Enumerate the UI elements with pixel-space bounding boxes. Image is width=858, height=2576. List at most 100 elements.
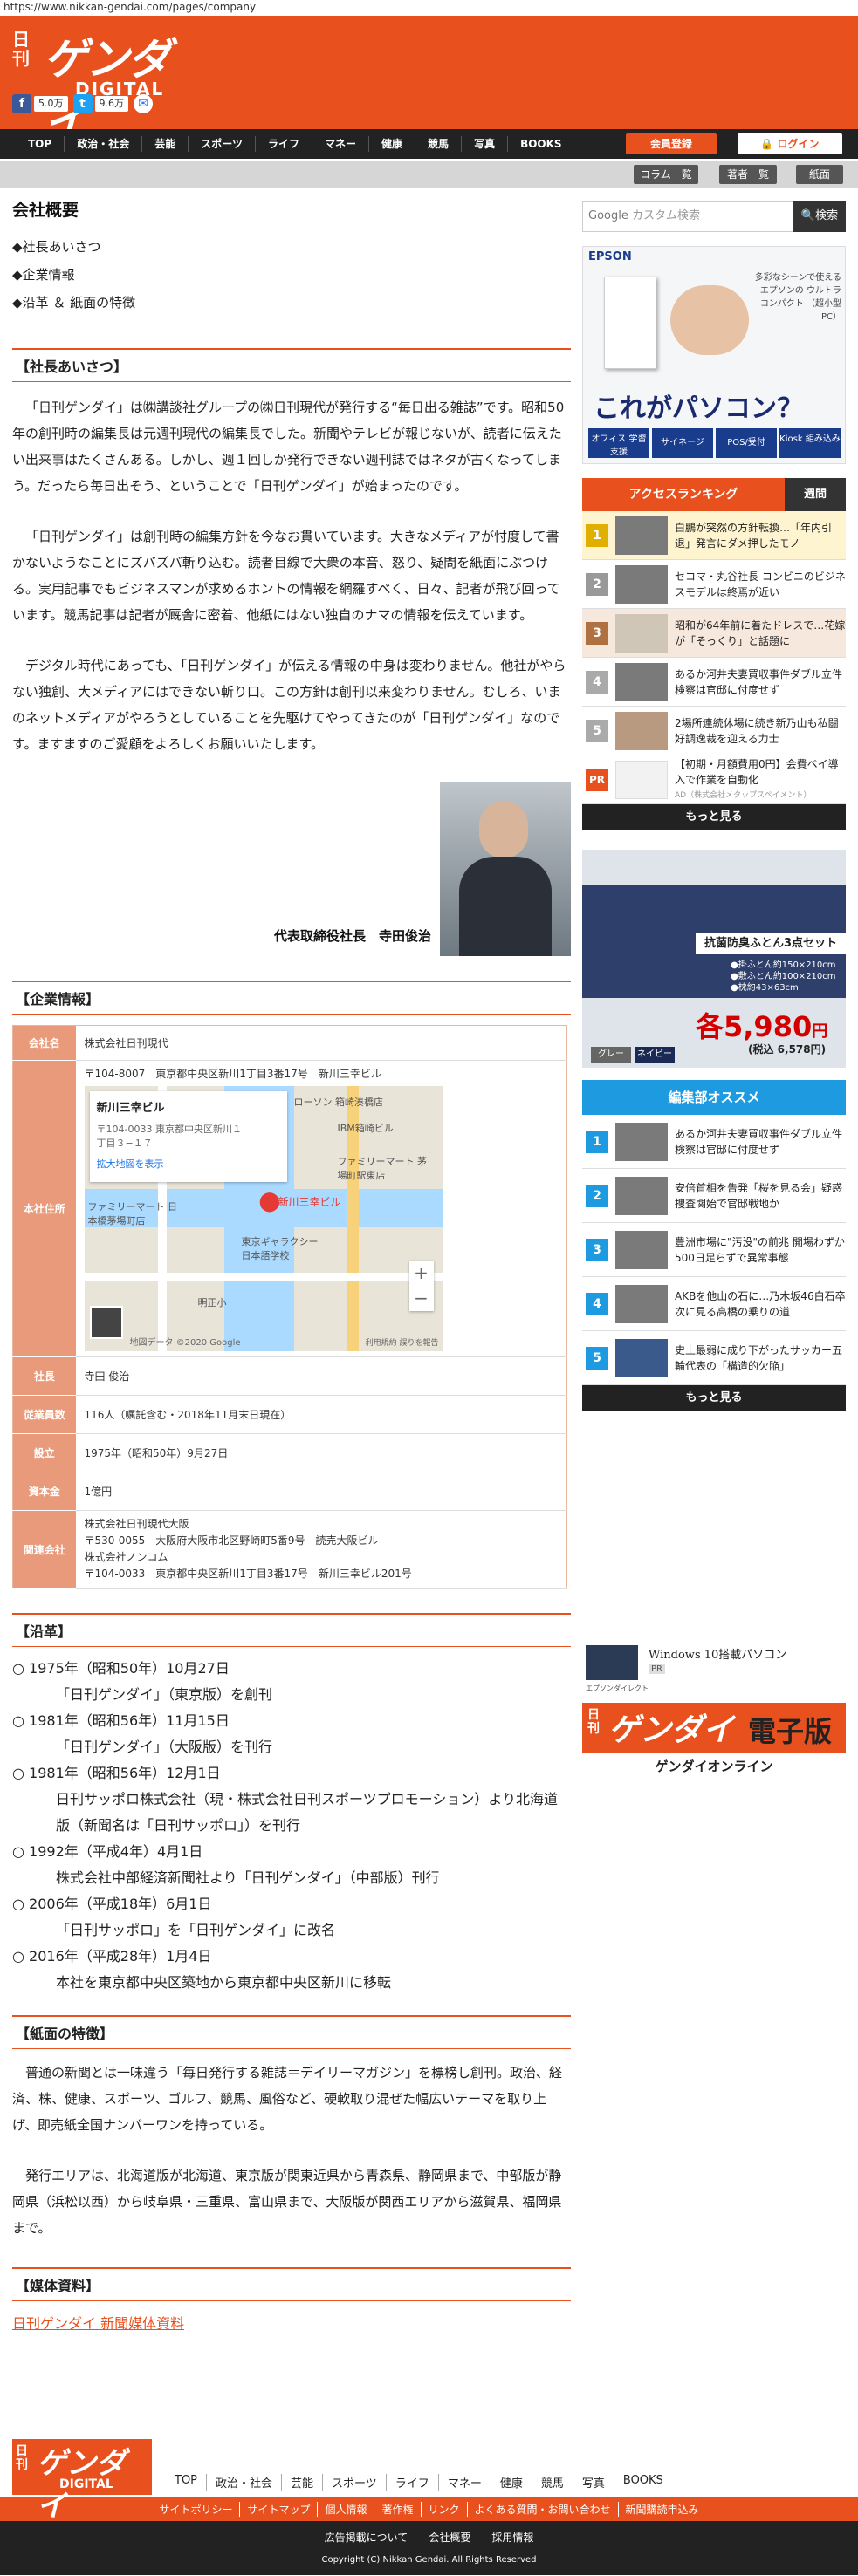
row-value: 1975年（昭和50年）9月27日: [75, 1433, 567, 1472]
search-button-label: 検索: [815, 209, 839, 222]
nav-top[interactable]: TOP: [16, 136, 65, 152]
footer-nav-item[interactable]: ライフ: [387, 2474, 439, 2491]
footer-link[interactable]: リンク: [422, 2501, 468, 2517]
rank-thumbnail: [615, 711, 668, 750]
picks-more-button[interactable]: もっと見る: [582, 1385, 846, 1411]
toc-greeting[interactable]: ◆社長あいさつ: [12, 233, 571, 261]
pr-thumbnail: [615, 760, 668, 799]
company-heading: 【企業情報】: [12, 981, 571, 1015]
nav-sports[interactable]: スポーツ: [189, 136, 256, 152]
tab-weekly[interactable]: 週間: [785, 478, 846, 511]
map-address: 〒104-0033 東京都中央区新川１丁目３−１７: [96, 1124, 242, 1149]
map-zoom-controls: + −: [408, 1261, 434, 1311]
rank-thumbnail: [615, 613, 668, 653]
pick-item[interactable]: 3 豊洲市場に"汚没"の前兆 開場わずか500日足らずで異常事態: [582, 1223, 846, 1277]
media-link[interactable]: 日刊ゲンダイ 新聞媒体資料: [12, 2312, 571, 2333]
ranking-item[interactable]: 4 あるか河井夫妻買収事件ダブル立件 検察は官邸に付度せず: [582, 658, 846, 707]
footer-nav-item[interactable]: BOOKS: [614, 2474, 672, 2491]
zoom-in-icon[interactable]: +: [409, 1261, 434, 1286]
footer-nav-item[interactable]: 写真: [573, 2474, 614, 2491]
footer-link[interactable]: サイトポリシー: [152, 2501, 241, 2517]
windows-pc-ad[interactable]: Windows 10搭載パソコン PR エプソンダイレクト: [582, 1638, 846, 1694]
footer-link[interactable]: 広告掲載について: [325, 2530, 408, 2545]
pick-item[interactable]: 4 AKBを他山の石に…乃木坂46白石卒次に見る高橋の乗りの道: [582, 1277, 846, 1331]
related-company: 株式会社日刊現代大阪: [84, 1518, 189, 1530]
nav-keiba[interactable]: 競馬: [415, 136, 463, 152]
pick-item[interactable]: 2 安倍首相を告発「桜を見る会」疑惑 捜査関始で官邸戦地か: [582, 1169, 846, 1223]
ad-brand: EPSON: [588, 250, 632, 263]
paper-button[interactable]: 紙面: [796, 165, 843, 184]
toc-company[interactable]: ◆企業情報: [12, 261, 571, 289]
map-enlarge-link[interactable]: 拡大地図を表示: [97, 1157, 280, 1171]
site-logo[interactable]: 日刊 ゲンダイ DIGITAL: [12, 24, 178, 147]
footer-nav-item[interactable]: 政治・社会: [207, 2474, 283, 2491]
nav-entertainment[interactable]: 芸能: [142, 136, 189, 152]
footer-link[interactable]: 会社概要: [429, 2530, 470, 2545]
row-key: 社長: [12, 1356, 76, 1396]
rank-title: 白鵬が突然の方針転換…「年内引退」発言にダメ押したモノ: [675, 521, 833, 550]
history-desc: 「日刊ゲンダイ」（東京版）を創刊: [56, 1686, 273, 1703]
column-list-button[interactable]: コラム一覧: [634, 165, 698, 184]
nav-books[interactable]: BOOKS: [508, 136, 574, 152]
footer-logo[interactable]: 日刊 ゲンダイ DIGITAL: [12, 2439, 152, 2524]
epson-ad[interactable]: EPSON 多彩なシーンで使える エプソンの ウルトラコンパクト （超小型PC）…: [582, 246, 846, 464]
ranking-item[interactable]: 2 セコマ・丸谷社長 コンビニのビジネスモデルは終焉が近い: [582, 560, 846, 609]
features-paragraph-2: 発行エリアは、北海道版が北海道、東京版が関東近県から青森県、静岡県まで、中部版が…: [12, 2168, 562, 2236]
google-map[interactable]: ローソン 箱崎湊橋店 IBM箱崎ビル ファミリーマート 茅場町駅東店 ファミリー…: [84, 1086, 443, 1351]
ranking-more-button[interactable]: もっと見る: [582, 804, 846, 830]
ad-chip: Kiosk 組み込み: [779, 428, 841, 458]
history-list: ○ 1975年（昭和50年）10月27日 「日刊ゲンダイ」（東京版）を創刊 ○ 1…: [12, 1656, 571, 1996]
footer-nav-item[interactable]: 競馬: [532, 2474, 573, 2491]
author-list-button[interactable]: 著者一覧: [719, 165, 777, 184]
footer-link[interactable]: 新聞購読申込み: [619, 2502, 706, 2517]
map-terms[interactable]: 利用規約 誤りを報告: [366, 1336, 439, 1348]
login-button[interactable]: 🔒 ログイン: [738, 133, 842, 154]
map-satellite-toggle[interactable]: [89, 1306, 123, 1339]
zoom-out-icon[interactable]: −: [409, 1286, 434, 1311]
ranking-item[interactable]: 5 2場所連続休場に続き新乃山も私闘好調逸裁を迎える力士: [582, 707, 846, 755]
ebook-subtitle: ゲンダイオンライン: [655, 1759, 773, 1774]
pr-item[interactable]: PR 【初期・月額費用0円】会費ペイ導入で作業を自動化 AD（株式会社メタップスペイ…: [582, 755, 846, 804]
footer-nav-item[interactable]: 健康: [491, 2474, 532, 2491]
footer-nav-item[interactable]: マネー: [439, 2474, 491, 2491]
nav-health[interactable]: 健康: [369, 136, 416, 152]
president-photo: [440, 782, 571, 956]
nav-photo[interactable]: 写真: [462, 136, 509, 152]
search-button[interactable]: 🔍検索: [793, 201, 846, 232]
footer-link[interactable]: 著作権: [374, 2501, 422, 2517]
footer-nav-item[interactable]: スポーツ: [323, 2474, 387, 2491]
ebook-nikkan: 日刊: [587, 1708, 600, 1736]
nav-politics[interactable]: 政治・社会: [65, 136, 143, 152]
pick-item[interactable]: 5 史上最弱に成り下がったサッカー五輪代表の「構造的欠陥」: [582, 1331, 846, 1385]
ranking-item[interactable]: 1 白鵬が突然の方針転換…「年内引退」発言にダメ押したモノ: [582, 511, 846, 560]
twitter-share[interactable]: t 9.6万: [72, 94, 128, 113]
row-value: 116人（嘱託含む・2018年11月末日現在）: [75, 1395, 567, 1434]
footer-link[interactable]: 採用情報: [491, 2530, 533, 2545]
president-block: 代表取締役社長 寺田俊治: [12, 782, 571, 965]
footer-nav-item[interactable]: TOP: [166, 2474, 208, 2491]
pick-item[interactable]: 1 あるか河井夫妻買収事件ダブル立件 検察は官邸に付度せず: [582, 1115, 846, 1169]
search-input[interactable]: Google カスタム検索: [582, 201, 793, 232]
tab-access-ranking[interactable]: アクセスランキング: [582, 478, 785, 511]
footer-nav-item[interactable]: 芸能: [282, 2474, 324, 2491]
nav-life[interactable]: ライフ: [256, 136, 312, 152]
ebook-banner[interactable]: 日刊 ゲンダイ 電子版 ゲンダイオンライン: [582, 1703, 846, 1780]
map-label: 明正小: [197, 1297, 227, 1308]
ranking-tabs: アクセスランキング 週間: [582, 478, 846, 511]
facebook-share[interactable]: f 5.0万: [12, 94, 68, 113]
sidebar: Google カスタム検索 🔍検索 EPSON 多彩なシーンで使える エプソンの…: [582, 201, 846, 1780]
footer-link[interactable]: サイトマップ: [240, 2501, 319, 2517]
messenger-icon[interactable]: ✉: [134, 94, 153, 113]
map-pin-icon[interactable]: ⬤: [259, 1191, 281, 1213]
pick-number: 1: [586, 1130, 608, 1153]
ranking-item[interactable]: 3 昭和が64年前に着たドレスで…花嫁が「そっくり」と話題に: [582, 609, 846, 658]
page-title: 会社概要: [12, 201, 79, 220]
rank-number: 1: [586, 523, 608, 547]
toc-history[interactable]: ◆沿革 ＆ 紙面の特徴: [12, 289, 571, 317]
nav-money[interactable]: マネー: [312, 136, 370, 152]
footer-link[interactable]: 個人情報: [318, 2501, 375, 2517]
ad-headline: これがパソコン？: [594, 393, 803, 424]
futon-ad[interactable]: 抗菌防臭ふとん3点セット ●掛ふとん約150×210cm ●敷ふとん約100×21…: [582, 850, 846, 1068]
footer-link[interactable]: よくある質問・お問い合わせ: [468, 2501, 619, 2517]
register-button[interactable]: 会員登録: [626, 133, 717, 154]
